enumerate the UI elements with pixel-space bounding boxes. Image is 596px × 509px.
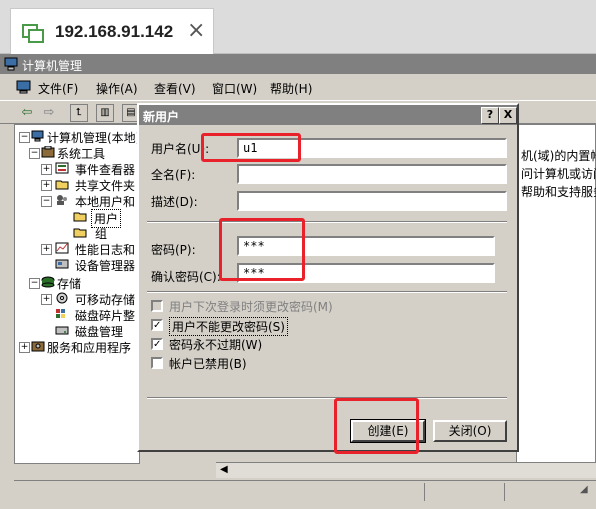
- separator: [147, 221, 507, 223]
- computer-management-icon: [31, 130, 44, 142]
- highlight-passwords: [219, 218, 305, 281]
- back-arrow-icon[interactable]: ⇦: [18, 104, 36, 122]
- description-text: 帮助和支持服务: [521, 185, 596, 199]
- device-manager-icon: [55, 259, 69, 269]
- shared-folder-icon: [55, 180, 69, 190]
- details-pane: 机(域)的内置帐 问计算机或访问 帮助和支持服务: [516, 124, 596, 464]
- close-dialog-button[interactable]: 关闭(O): [433, 420, 507, 442]
- help-button[interactable]: ?: [481, 107, 499, 124]
- description-text: 问计算机或访问: [521, 167, 596, 181]
- highlight-create-button: [334, 398, 419, 454]
- defrag-icon: [56, 309, 65, 318]
- expand-removable[interactable]: +: [41, 294, 52, 305]
- separator: [147, 291, 507, 293]
- local-users-icon: [57, 195, 67, 205]
- menu-bar: 文件(F) 操作(A) 查看(V) 窗口(W) 帮助(H): [0, 76, 596, 98]
- forward-arrow-icon[interactable]: ⇨: [40, 104, 58, 122]
- must-change-label: 用户下次登录时须更改密码(M): [169, 300, 333, 314]
- separator: [147, 397, 507, 399]
- tree-event-viewer[interactable]: 事件查看器: [75, 161, 135, 178]
- cannot-change-label: 用户不能更改密码(S): [169, 317, 288, 336]
- menu-action[interactable]: 操作(A): [96, 80, 138, 97]
- disk-management-icon: [55, 326, 69, 335]
- highlight-username: [201, 133, 301, 162]
- account-disabled-checkbox[interactable]: [151, 357, 163, 369]
- fullname-label: 全名(F):: [151, 168, 196, 182]
- tree-local-users[interactable]: 本地用户和: [75, 193, 135, 210]
- dialog-title: 新用户: [143, 110, 180, 124]
- collapse-root[interactable]: −: [19, 132, 30, 143]
- description-field[interactable]: [237, 191, 507, 211]
- description-label: 描述(D):: [151, 195, 198, 209]
- groups-folder-icon: [73, 228, 87, 238]
- show-hide-tree-icon[interactable]: ▥: [96, 104, 114, 122]
- window-title: 计算机管理: [22, 59, 83, 73]
- close-tab-icon[interactable]: ×: [187, 18, 205, 43]
- resize-grip-icon[interactable]: ◢: [580, 484, 588, 495]
- tree-disk-management[interactable]: 磁盘管理: [75, 323, 123, 340]
- services-icon: [31, 341, 45, 352]
- collapse-storage[interactable]: −: [29, 278, 40, 289]
- status-bar: ◢: [14, 480, 596, 502]
- collapse-system-tools[interactable]: −: [29, 148, 40, 159]
- event-viewer-icon: [55, 162, 69, 174]
- confirm-password-label: 确认密码(C):: [151, 270, 221, 284]
- never-expires-checkbox[interactable]: ✓: [151, 338, 163, 350]
- storage-icon: [41, 276, 55, 288]
- tree-perf-logs[interactable]: 性能日志和: [75, 241, 135, 258]
- collapse-local-users[interactable]: −: [41, 196, 52, 207]
- remote-session-tab[interactable]: 192.168.91.142 ×: [10, 8, 214, 54]
- system-tools-icon: [41, 146, 55, 158]
- tree-storage[interactable]: 存储: [57, 275, 81, 292]
- cannot-change-checkbox[interactable]: ✓: [151, 319, 163, 331]
- tree-device-manager[interactable]: 设备管理器: [75, 257, 135, 274]
- tree-root[interactable]: 计算机管理(本地): [47, 129, 140, 146]
- new-user-dialog: 新用户 ? X 用户名(U): u1 全名(F): 描述(D): 密码(P): …: [137, 103, 519, 452]
- removable-storage-icon: [56, 292, 68, 304]
- console-tree: − 计算机管理(本地) − 系统工具 + 事件查看器 + 共享文件夹 − 本地用…: [14, 124, 140, 464]
- up-level-icon[interactable]: ⮤: [70, 104, 88, 122]
- expand-shared-folders[interactable]: +: [41, 180, 52, 191]
- horizontal-scrollbar[interactable]: ◀: [216, 462, 596, 478]
- menu-view[interactable]: 查看(V): [154, 80, 196, 97]
- remote-desktop-icon: [22, 24, 44, 43]
- tree-system-tools[interactable]: 系统工具: [57, 145, 105, 162]
- password-label: 密码(P):: [151, 243, 196, 257]
- must-change-checkbox[interactable]: [151, 300, 163, 312]
- close-button[interactable]: X: [499, 107, 517, 124]
- expand-perf-logs[interactable]: +: [41, 244, 52, 255]
- computer-icon: [4, 57, 18, 71]
- tree-defrag[interactable]: 磁盘碎片整: [75, 307, 135, 324]
- menu-window[interactable]: 窗口(W): [212, 80, 257, 97]
- window-menu-icon[interactable]: [16, 80, 32, 94]
- description-text: 机(域)的内置帐: [521, 149, 596, 163]
- tree-services[interactable]: 服务和应用程序: [47, 339, 131, 356]
- remote-host-address: 192.168.91.142: [55, 22, 174, 41]
- never-expires-label: 密码永不过期(W): [169, 338, 263, 352]
- menu-help[interactable]: 帮助(H): [270, 80, 312, 97]
- tree-removable[interactable]: 可移动存储: [75, 291, 135, 308]
- expand-services[interactable]: +: [19, 342, 30, 353]
- scroll-left-icon[interactable]: ◀: [220, 464, 228, 475]
- tree-shared-folders[interactable]: 共享文件夹: [75, 177, 135, 194]
- performance-logs-icon: [55, 242, 69, 254]
- expand-event-viewer[interactable]: +: [41, 164, 52, 175]
- menu-file[interactable]: 文件(F): [38, 80, 78, 97]
- users-folder-icon: [73, 212, 87, 222]
- fullname-field[interactable]: [237, 164, 507, 184]
- account-disabled-label: 帐户已禁用(B): [169, 357, 247, 371]
- tree-groups[interactable]: 组: [95, 225, 107, 242]
- dialog-titlebar: 新用户 ? X: [139, 105, 517, 125]
- window-titlebar: 计算机管理: [0, 54, 596, 74]
